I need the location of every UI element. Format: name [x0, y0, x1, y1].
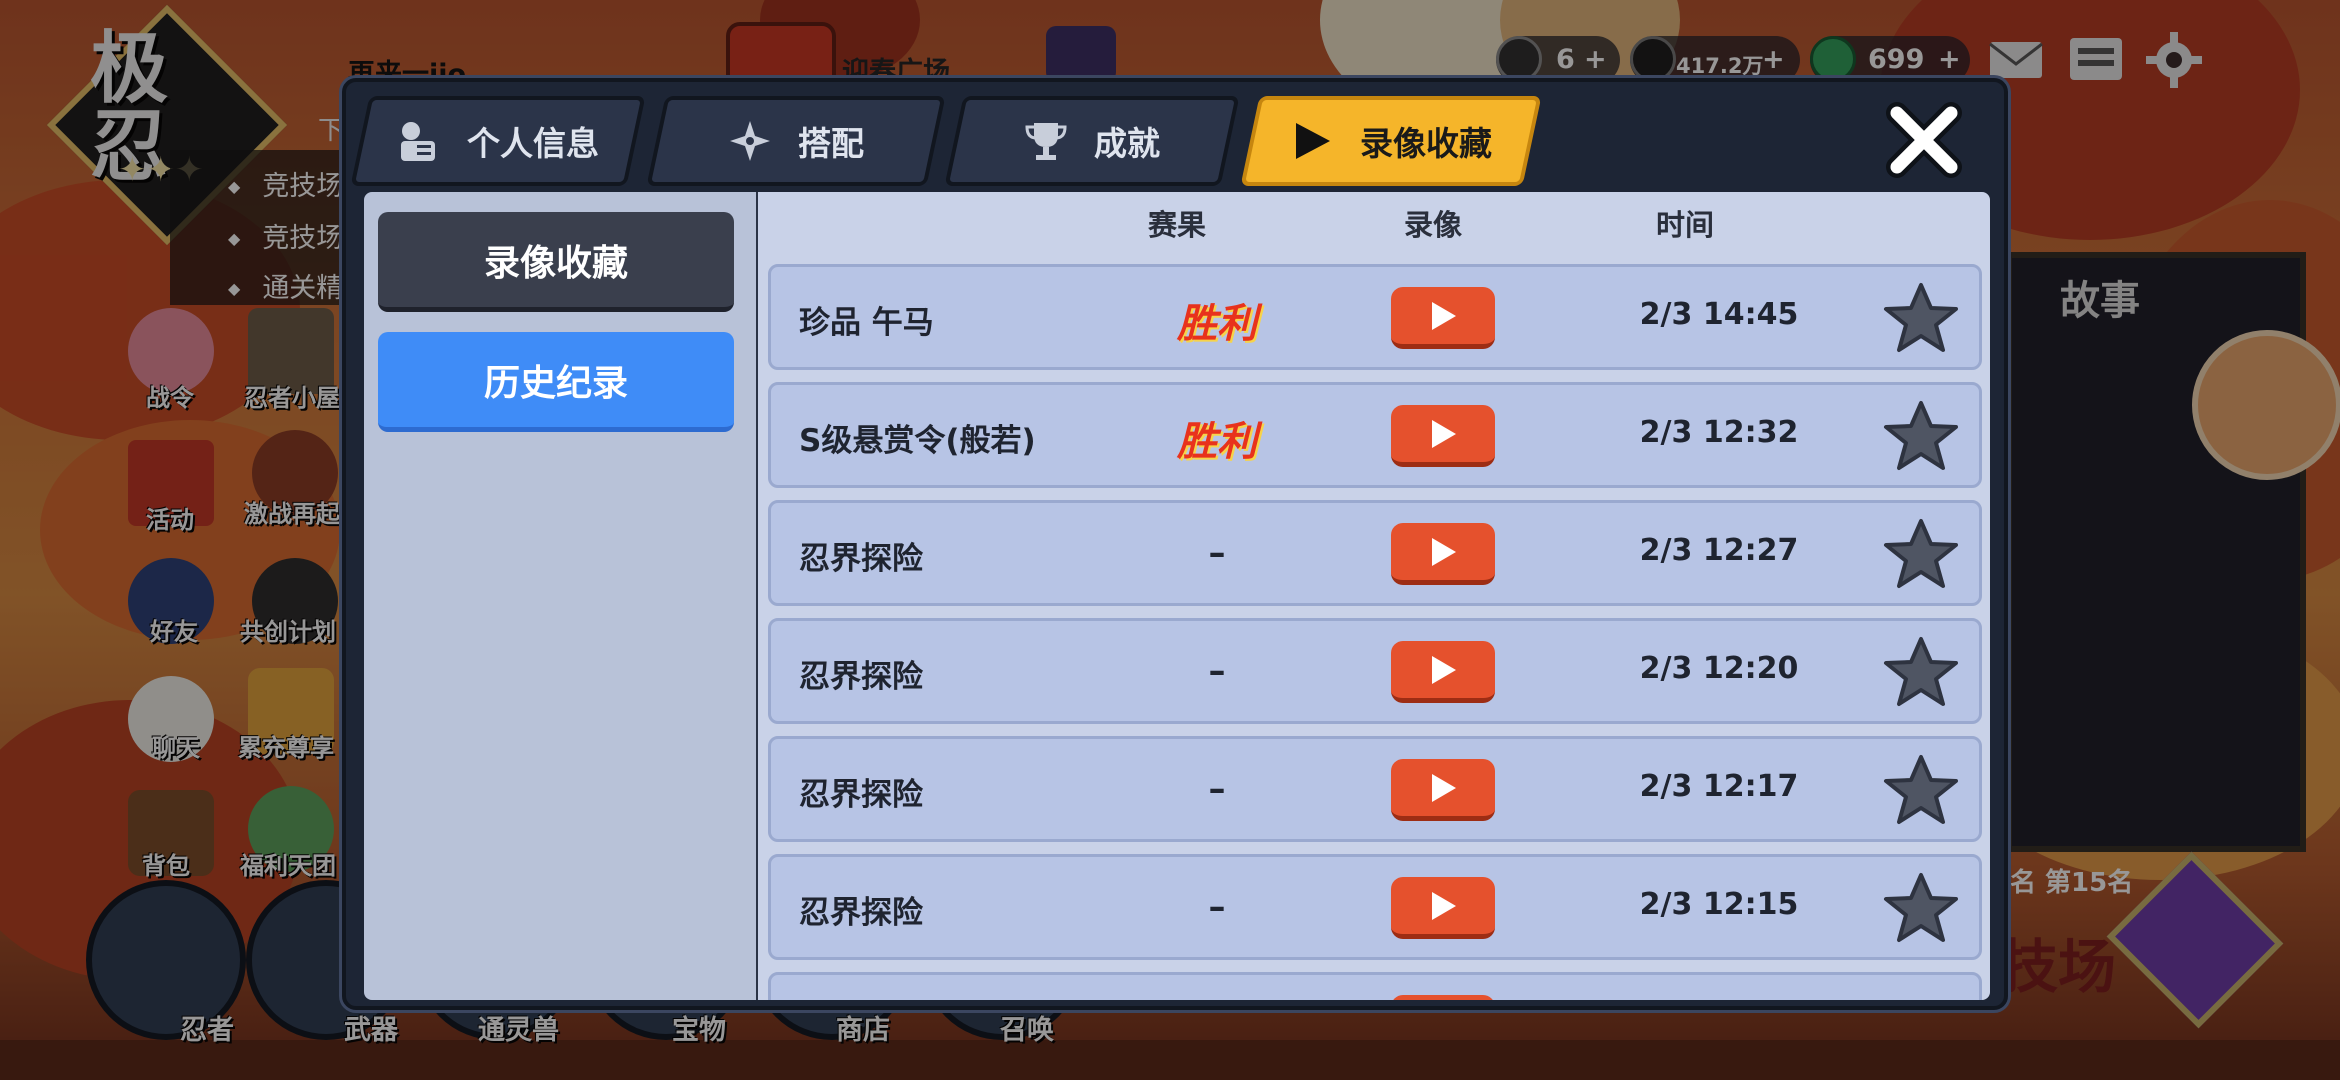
favorite-star-icon[interactable]: [1883, 753, 1959, 829]
replay-time: 2/3 12:27: [1639, 533, 1799, 568]
replay-mode: 忍界探险: [799, 659, 923, 695]
play-icon: [1290, 119, 1334, 163]
replay-result: –: [1208, 533, 1226, 573]
tab-label: 搭配: [798, 124, 864, 163]
tab-loadout[interactable]: 搭配: [646, 96, 946, 186]
play-icon: [1432, 301, 1456, 330]
trophy-icon: [1024, 119, 1068, 163]
favorite-star-icon[interactable]: [1883, 281, 1959, 357]
replay-row-partial: [768, 972, 1982, 1000]
profile-icon: [397, 119, 441, 163]
replay-row: 忍界探险 – 2/3 12:17: [768, 736, 1982, 842]
play-replay-button[interactable]: [1391, 641, 1495, 703]
profile-modal: 个人信息 搭配 成就 录像收藏 录像收藏 历史纪录 赛果 录像 时间 珍品 午马…: [342, 78, 2008, 1010]
close-icon: [1886, 102, 1962, 178]
replay-mode: S级悬赏令(般若): [799, 423, 1036, 459]
play-replay-button[interactable]: [1391, 287, 1495, 349]
tab-label: 成就: [1094, 124, 1160, 163]
close-button[interactable]: [1874, 90, 1974, 190]
sub-tab-column: 录像收藏 历史纪录: [364, 192, 756, 1000]
tab-label: 个人信息: [467, 124, 599, 163]
replay-mode: 忍界探险: [799, 777, 923, 813]
play-replay-button[interactable]: [1391, 877, 1495, 939]
replay-result-victory: 胜利: [1177, 418, 1257, 465]
play-replay-button[interactable]: [1391, 405, 1495, 467]
play-icon: [1432, 537, 1456, 566]
column-header-time: 时间: [1656, 208, 1715, 242]
replay-time: 2/3 14:45: [1639, 297, 1799, 332]
replay-mode: 忍界探险: [799, 895, 923, 931]
tab-achievements[interactable]: 成就: [944, 96, 1240, 186]
sub-tab-history[interactable]: 历史纪录: [378, 332, 734, 432]
play-replay-button[interactable]: [1391, 995, 1495, 1000]
replay-mode: 忍界探险: [799, 541, 923, 577]
replay-row: 忍界探险 – 2/3 12:15: [768, 854, 1982, 960]
replay-time: 2/3 12:20: [1639, 651, 1799, 686]
favorite-star-icon[interactable]: [1883, 517, 1959, 593]
replay-mode: 珍品 午马: [799, 305, 934, 341]
tab-replays[interactable]: 录像收藏: [1240, 96, 1542, 186]
replay-list[interactable]: 赛果 录像 时间 珍品 午马 胜利 2/3 14:45 S级悬赏令(般若) 胜利…: [758, 192, 1990, 1000]
sub-tab-favorites[interactable]: 录像收藏: [378, 212, 734, 312]
favorite-star-icon[interactable]: [1883, 871, 1959, 947]
column-header-result: 赛果: [1148, 208, 1207, 242]
replay-row: 忍界探险 – 2/3 12:20: [768, 618, 1982, 724]
replay-row: 珍品 午马 胜利 2/3 14:45: [768, 264, 1982, 370]
shuriken-icon: [728, 119, 772, 163]
play-icon: [1432, 773, 1456, 802]
favorite-star-icon[interactable]: [1883, 399, 1959, 475]
replay-row: 忍界探险 – 2/3 12:27: [768, 500, 1982, 606]
replay-row: S级悬赏令(般若) 胜利 2/3 12:32: [768, 382, 1982, 488]
play-replay-button[interactable]: [1391, 523, 1495, 585]
modal-content: 录像收藏 历史纪录 赛果 录像 时间 珍品 午马 胜利 2/3 14:45 S级…: [364, 192, 1990, 1000]
tab-label: 录像收藏: [1360, 124, 1492, 163]
play-icon: [1432, 655, 1456, 684]
play-icon: [1432, 419, 1456, 448]
play-replay-button[interactable]: [1391, 759, 1495, 821]
replay-time: 2/3 12:15: [1639, 887, 1799, 922]
replay-result: –: [1208, 769, 1226, 809]
replay-result-victory: 胜利: [1177, 300, 1257, 347]
replay-time: 2/3 12:17: [1639, 769, 1799, 804]
play-icon: [1432, 891, 1456, 920]
replay-result: –: [1208, 887, 1226, 927]
favorite-star-icon[interactable]: [1883, 635, 1959, 711]
replay-time: 2/3 12:32: [1639, 415, 1799, 450]
tab-profile[interactable]: 个人信息: [350, 96, 646, 186]
replay-result: –: [1208, 651, 1226, 691]
column-header-video: 录像: [1404, 208, 1463, 242]
